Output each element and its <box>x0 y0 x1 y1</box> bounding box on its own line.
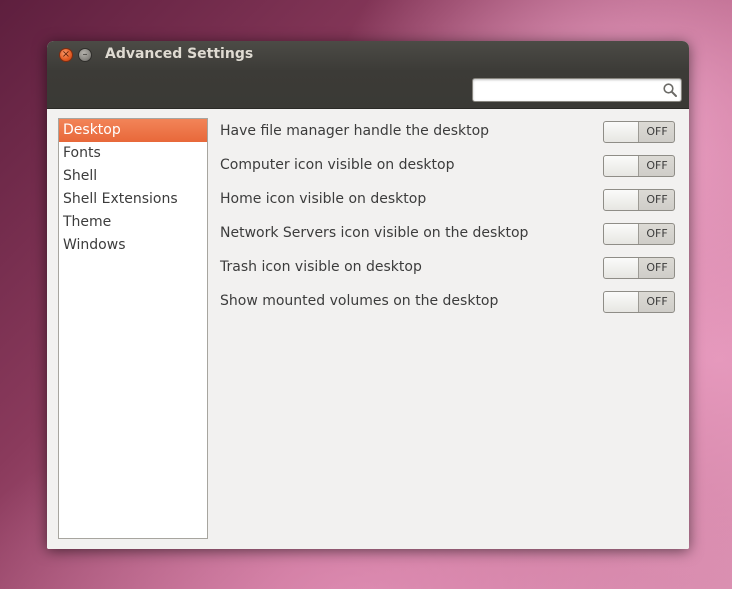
computer-icon-toggle[interactable]: OFF <box>603 155 675 177</box>
network-servers-icon-toggle[interactable]: OFF <box>603 223 675 245</box>
setting-row: Home icon visible on desktop OFF <box>220 186 676 220</box>
toggle-knob[interactable] <box>604 156 639 176</box>
setting-row: Have file manager handle the desktop OFF <box>220 118 676 152</box>
setting-label: Home icon visible on desktop <box>220 191 427 207</box>
category-list: Desktop Fonts Shell Shell Extensions The… <box>58 118 208 539</box>
trash-icon-toggle[interactable]: OFF <box>603 257 675 279</box>
search-input[interactable] <box>477 81 657 97</box>
setting-row: Network Servers icon visible on the desk… <box>220 220 676 254</box>
home-icon-toggle[interactable]: OFF <box>603 189 675 211</box>
toggle-state: OFF <box>646 193 668 206</box>
sidebar-item-windows[interactable]: Windows <box>59 234 207 257</box>
setting-row: Computer icon visible on desktop OFF <box>220 152 676 186</box>
close-button[interactable]: × <box>59 48 73 62</box>
toggle-knob[interactable] <box>604 122 639 142</box>
toggle-state: OFF <box>646 295 668 308</box>
toggle-state: OFF <box>646 125 668 138</box>
file-manager-desktop-toggle[interactable]: OFF <box>603 121 675 143</box>
window-title: Advanced Settings <box>105 46 254 62</box>
content-area: Desktop Fonts Shell Shell Extensions The… <box>47 109 689 549</box>
toggle-knob[interactable] <box>604 190 639 210</box>
toggle-knob[interactable] <box>604 224 639 244</box>
toggle-knob[interactable] <box>604 292 639 312</box>
sidebar-item-shell-extensions[interactable]: Shell Extensions <box>59 188 207 211</box>
sidebar-item-fonts[interactable]: Fonts <box>59 142 207 165</box>
mounted-volumes-toggle[interactable]: OFF <box>603 291 675 313</box>
search-icon[interactable] <box>662 82 678 98</box>
setting-label: Computer icon visible on desktop <box>220 157 455 173</box>
sidebar-item-theme[interactable]: Theme <box>59 211 207 234</box>
toggle-state: OFF <box>646 227 668 240</box>
search-box[interactable] <box>472 78 682 102</box>
setting-label: Show mounted volumes on the desktop <box>220 293 499 309</box>
sidebar-item-shell[interactable]: Shell <box>59 165 207 188</box>
settings-panel: Have file manager handle the desktop OFF… <box>220 118 676 322</box>
setting-label: Network Servers icon visible on the desk… <box>220 225 529 241</box>
minimize-button[interactable]: – <box>78 48 92 62</box>
toggle-state: OFF <box>646 261 668 274</box>
advanced-settings-window: × – Advanced Settings Desktop Fonts Shel… <box>47 41 689 549</box>
toggle-state: OFF <box>646 159 668 172</box>
setting-label: Trash icon visible on desktop <box>220 259 422 275</box>
setting-label: Have file manager handle the desktop <box>220 123 490 139</box>
setting-row: Show mounted volumes on the desktop OFF <box>220 288 676 322</box>
setting-row: Trash icon visible on desktop OFF <box>220 254 676 288</box>
toggle-knob[interactable] <box>604 258 639 278</box>
titlebar[interactable]: × – Advanced Settings <box>47 41 689 109</box>
sidebar-item-desktop[interactable]: Desktop <box>59 119 207 142</box>
